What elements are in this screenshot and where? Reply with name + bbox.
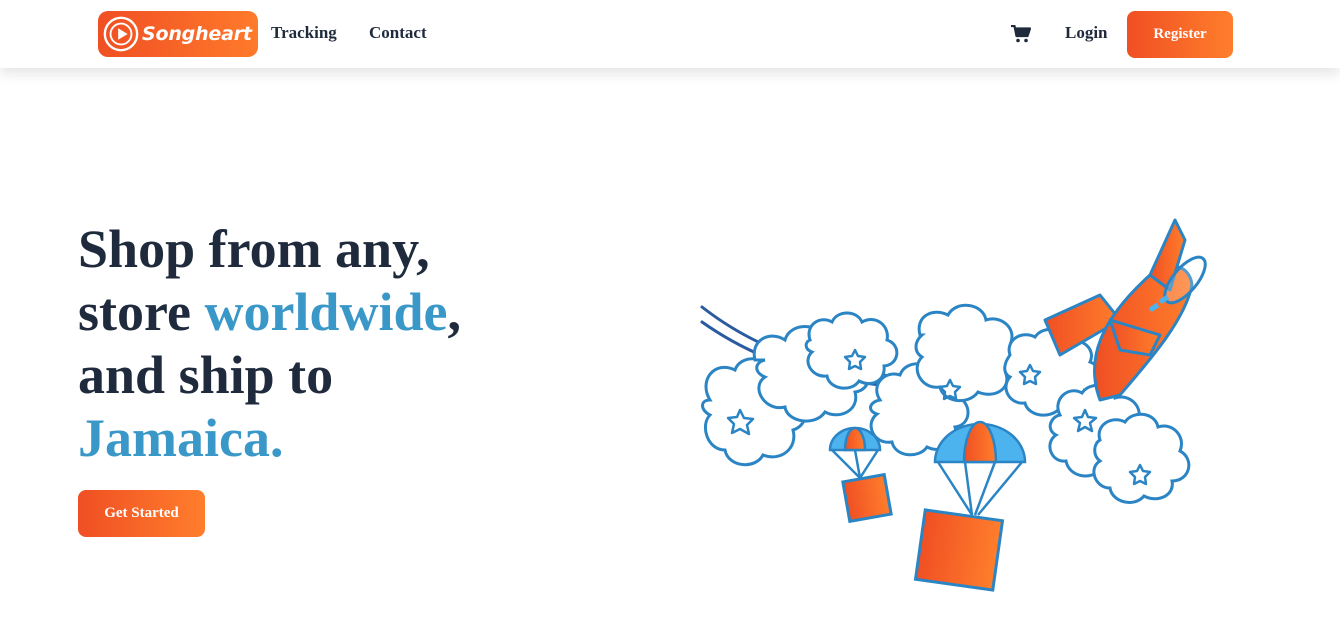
small-parachute [828,426,882,479]
big-parcel [913,508,1005,592]
hero-line-3: and ship to [78,345,334,405]
shopping-cart-icon[interactable] [1011,25,1031,43]
top-navbar: Songheart Tracking Contact Login Registe… [0,0,1340,68]
hero-line-2-suffix: , [447,282,461,342]
small-parcel [841,472,893,524]
get-started-button[interactable]: Get Started [78,490,205,537]
logo-text: Songheart [142,23,252,45]
hero-line-2: store worldwide, [78,281,598,344]
login-link[interactable]: Login [1065,23,1108,43]
big-parachute [933,420,1027,516]
hero-line-2-prefix: store [78,282,205,342]
nav-link-tracking[interactable]: Tracking [271,23,337,43]
hero-accent-jamaica: Jamaica. [78,408,284,468]
hero-heading: Shop from any, store worldwide, and ship… [78,218,598,470]
hero-accent-worldwide: worldwide [204,282,448,342]
hero-line-1: Shop from any, [78,219,430,279]
airplane-parcel-illustration [700,218,1207,592]
nav-link-contact[interactable]: Contact [369,23,427,43]
logo-music-icon [103,16,139,52]
brand-logo[interactable]: Songheart [98,11,258,57]
register-button[interactable]: Register [1127,11,1233,58]
